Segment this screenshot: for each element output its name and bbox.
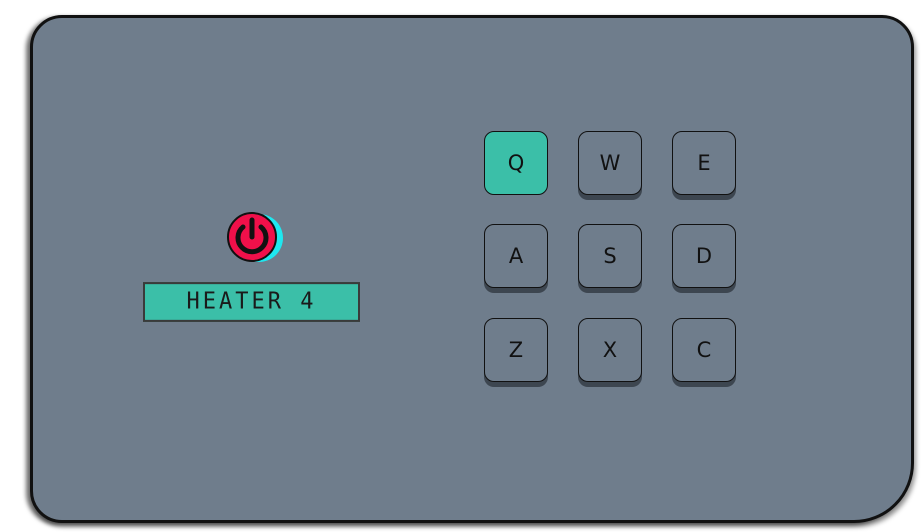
power-button[interactable] xyxy=(227,212,277,262)
drum-machine-panel xyxy=(30,15,914,523)
drum-pad-grid: Q W E A S D Z X C xyxy=(484,131,738,387)
drum-pad-w[interactable]: W xyxy=(578,131,642,195)
drum-pad-x[interactable]: X xyxy=(578,318,642,382)
drum-pad-z[interactable]: Z xyxy=(484,318,548,382)
drum-pad-a[interactable]: A xyxy=(484,224,548,288)
power-control xyxy=(227,212,289,266)
drum-pad-s[interactable]: S xyxy=(578,224,642,288)
power-icon xyxy=(227,212,277,262)
drum-pad-d[interactable]: D xyxy=(672,224,736,288)
drum-pad-e[interactable]: E xyxy=(672,131,736,195)
sound-display: HEATER 4 xyxy=(143,282,360,322)
drum-pad-c[interactable]: C xyxy=(672,318,736,382)
drum-pad-q[interactable]: Q xyxy=(484,131,548,195)
